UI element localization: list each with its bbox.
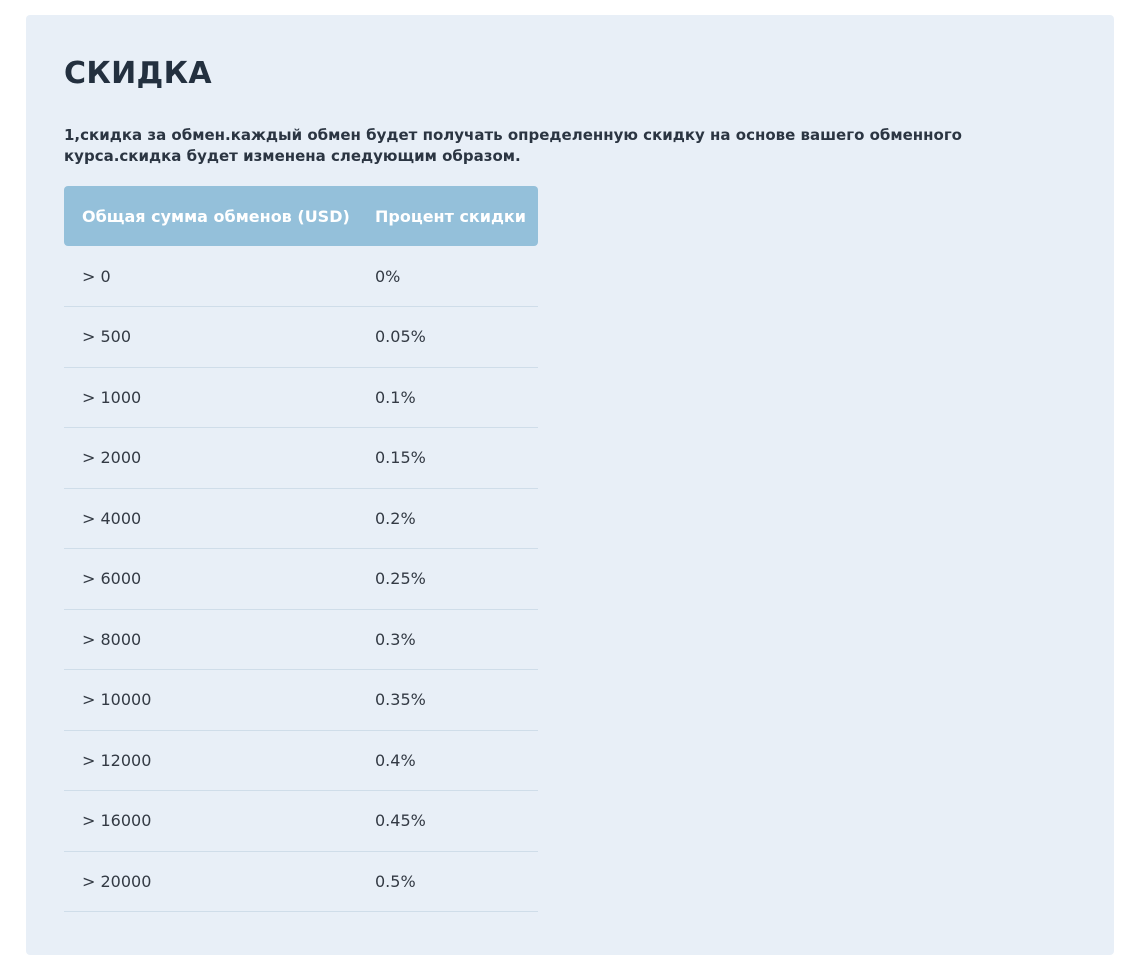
amount-cell: > 0: [64, 246, 357, 307]
discount-cell: 0.4%: [357, 730, 538, 791]
header-total-amount: Общая сумма обменов (USD): [64, 186, 357, 246]
amount-cell: > 10000: [64, 669, 357, 731]
amount-cell: > 16000: [64, 790, 357, 852]
table-row: > 6000 0.25%: [64, 548, 538, 610]
table-row: > 20000 0.5%: [64, 851, 538, 912]
table-row: > 2000 0.15%: [64, 427, 538, 489]
discount-cell: 0.3%: [357, 609, 538, 670]
table-row: > 1000 0.1%: [64, 367, 538, 428]
discount-cell: 0.25%: [357, 548, 538, 610]
amount-cell: > 20000: [64, 851, 357, 912]
amount-cell: > 4000: [64, 488, 357, 549]
discount-cell: 0.5%: [357, 851, 538, 912]
table-row: > 500 0.05%: [64, 306, 538, 368]
discount-cell: 0.1%: [357, 367, 538, 428]
discount-cell: 0.2%: [357, 488, 538, 549]
discount-cell: 0%: [357, 246, 538, 307]
table-body: > 0 0% > 500 0.05% > 1000 0.1% > 2000 0.…: [64, 246, 538, 912]
discount-cell: 0.35%: [357, 669, 538, 731]
table-row: > 8000 0.3%: [64, 609, 538, 670]
table-header: Общая сумма обменов (USD) Процент скидки: [64, 186, 538, 246]
table-row: > 0 0%: [64, 246, 538, 307]
table-row: > 10000 0.35%: [64, 669, 538, 731]
header-row: Общая сумма обменов (USD) Процент скидки: [64, 186, 538, 246]
discount-table: Общая сумма обменов (USD) Процент скидки…: [64, 186, 538, 912]
amount-cell: > 500: [64, 306, 357, 368]
table-row: > 12000 0.4%: [64, 730, 538, 791]
amount-cell: > 8000: [64, 609, 357, 670]
amount-cell: > 6000: [64, 548, 357, 610]
amount-cell: > 1000: [64, 367, 357, 428]
discount-cell: 0.05%: [357, 306, 538, 368]
amount-cell: > 2000: [64, 427, 357, 489]
discount-description: 1,скидка за обмен.каждый обмен будет пол…: [64, 126, 962, 165]
table-row: > 16000 0.45%: [64, 790, 538, 852]
discount-panel: СКИДКА 1,скидка за обмен.каждый обмен бу…: [26, 15, 1114, 955]
discount-cell: 0.15%: [357, 427, 538, 489]
page-title: СКИДКА: [64, 56, 212, 91]
table-row: > 4000 0.2%: [64, 488, 538, 549]
amount-cell: > 12000: [64, 730, 357, 791]
header-discount-percent: Процент скидки: [357, 186, 538, 246]
discount-cell: 0.45%: [357, 790, 538, 852]
